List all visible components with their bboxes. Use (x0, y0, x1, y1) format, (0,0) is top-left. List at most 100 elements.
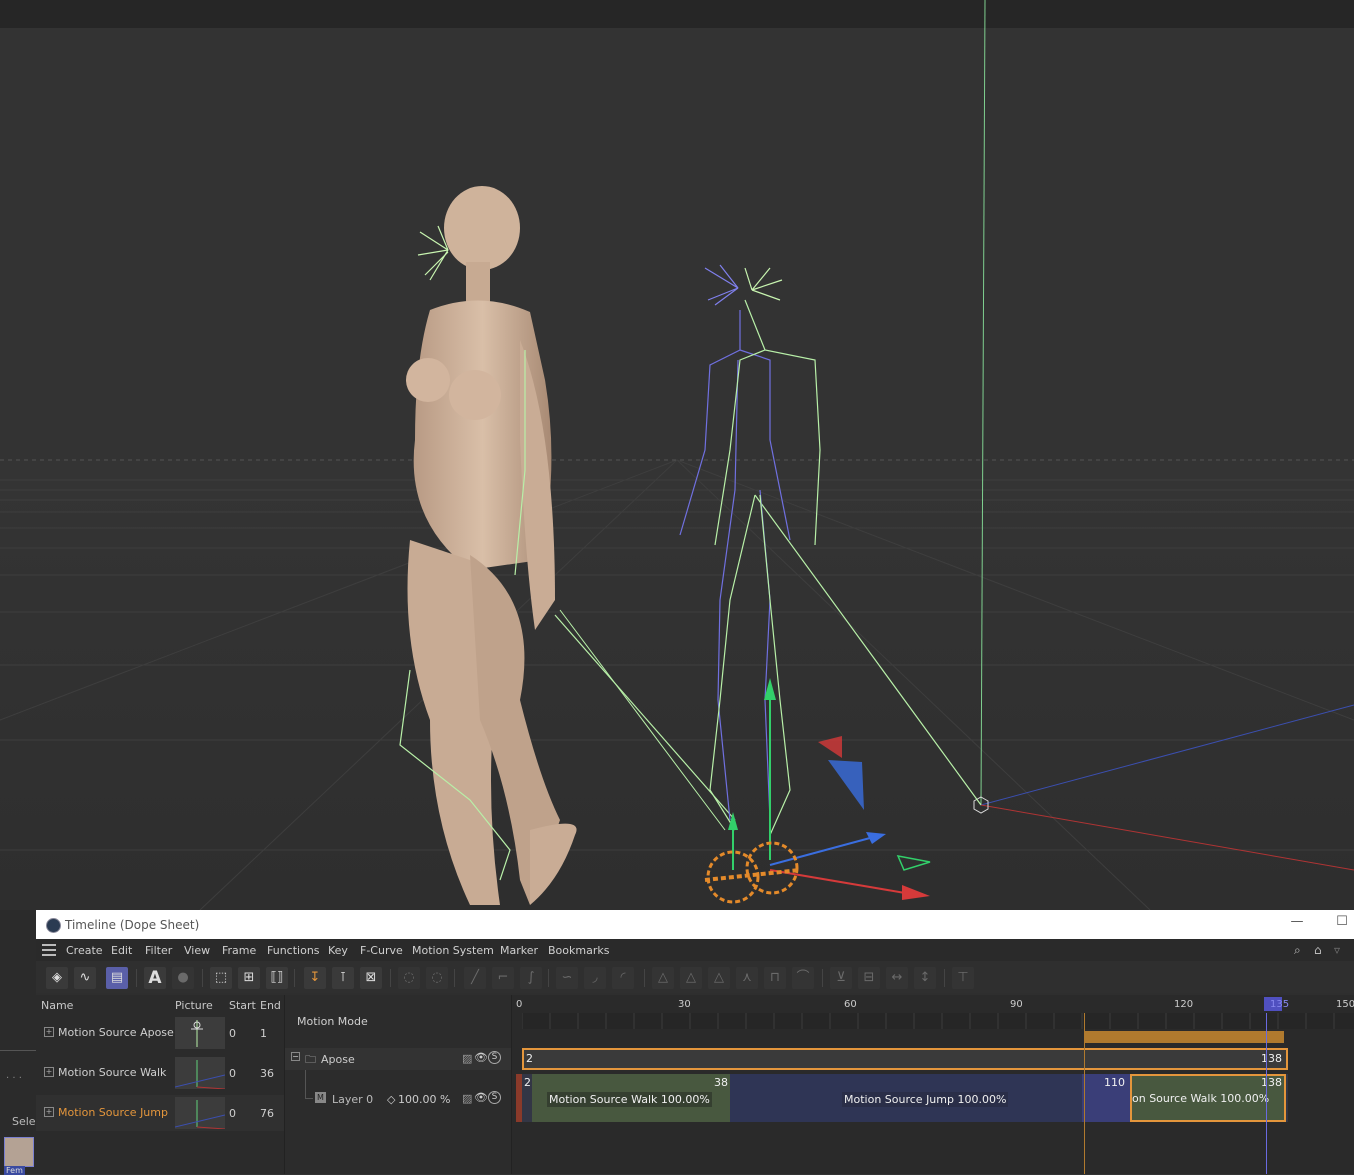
menu-fcurve[interactable]: F-Curve (360, 944, 403, 957)
lock-time-icon[interactable]: ↔ (886, 967, 908, 989)
3d-viewport[interactable] (0, 0, 1354, 910)
clip-label: Motion Source Jump 100.00% (842, 1092, 1009, 1107)
key-mode-icon[interactable]: ◈ (46, 967, 68, 989)
zero-key-icon[interactable]: ◌ (398, 967, 420, 989)
menu-bookmarks[interactable]: Bookmarks (548, 944, 609, 957)
list-item[interactable]: + Motion Source Walk 0 36 (36, 1055, 284, 1091)
list-item[interactable]: + Motion Source Apose 0 1 (36, 1015, 284, 1051)
unlock-icon[interactable]: ⊟ (858, 967, 880, 989)
lock-angle-icon[interactable]: △ (708, 967, 730, 989)
list-item-selected[interactable]: + Motion Source Jump 0 76 (36, 1095, 284, 1131)
source-thumbnail (174, 1097, 226, 1130)
ease-icon[interactable]: ∽ (556, 967, 578, 989)
col-name-header[interactable]: Name (41, 999, 73, 1012)
edit-icon[interactable]: ▨ (462, 1052, 472, 1065)
menu-functions[interactable]: Functions (267, 944, 320, 957)
step-icon[interactable]: ⌐ (492, 967, 514, 989)
solo-icon[interactable]: S (488, 1091, 501, 1104)
motion-track-area[interactable]: 0 30 60 90 120 135 150 2 138 2 Motion So… (512, 995, 1354, 1174)
playhead-line[interactable] (1266, 1013, 1267, 1174)
walk-clip[interactable]: Motion Source Walk 100.00% 38 (532, 1074, 730, 1122)
maximize-button[interactable]: ☐ (1332, 914, 1352, 929)
lock-tangent-icon[interactable]: △ (680, 967, 702, 989)
search-icon[interactable]: ⌕ (1294, 943, 1301, 958)
frame-all-icon[interactable]: ⬚ (210, 967, 232, 989)
paint-icon[interactable]: ⊤ (952, 967, 974, 989)
overshoot-icon[interactable]: ⌒ (792, 967, 814, 989)
source-end: 1 (260, 1027, 267, 1040)
viewport-topbar (0, 0, 1354, 28)
time-ruler[interactable]: 0 30 60 90 120 135 150 (512, 995, 1354, 1013)
fcurve-mode-icon[interactable]: ∿ (74, 967, 96, 989)
col-start-header[interactable]: Start (229, 999, 256, 1012)
material-thumbnail[interactable] (4, 1137, 34, 1167)
delete-key-icon[interactable]: ⊠ (360, 967, 382, 989)
menu-edit[interactable]: Edit (111, 944, 132, 957)
solo-icon[interactable]: S (488, 1051, 501, 1064)
spline-icon[interactable]: ∫ (520, 967, 542, 989)
source-start: 0 (229, 1107, 236, 1120)
key-diamond-icon[interactable]: ◇ (387, 1093, 395, 1106)
filter-icon[interactable]: ▿ (1334, 943, 1340, 957)
motion-layers-panel: Motion Mode − 🗀 Apose ▨ 👁 S M Layer 0 ◇ … (285, 995, 512, 1174)
menu-create[interactable]: Create (66, 944, 103, 957)
break-tangent-icon[interactable]: ⋏ (736, 967, 758, 989)
jump-clip[interactable]: Motion Source Jump 100.00% (730, 1074, 1130, 1122)
col-end-header[interactable]: End (260, 999, 281, 1012)
linear-icon[interactable]: ╱ (464, 967, 486, 989)
folder-icon: 🗀 (305, 1053, 316, 1066)
motion-mode-icon[interactable]: ▤ (106, 967, 128, 989)
col-picture-header[interactable]: Picture (175, 999, 213, 1012)
edit-icon[interactable]: ▨ (462, 1092, 472, 1105)
ruler-tick: 30 (678, 999, 691, 1010)
visibility-eye-icon[interactable]: 👁 (474, 1051, 488, 1064)
layer-name: Layer 0 (332, 1093, 374, 1106)
menu-motion-system[interactable]: Motion System (412, 944, 494, 957)
source-start: 0 (229, 1027, 236, 1040)
minimize-button[interactable]: — (1287, 914, 1307, 929)
frame-selected-icon[interactable]: ⊞ (238, 967, 260, 989)
clip-label: on Source Walk 100.00% (1132, 1092, 1270, 1105)
source-start: 0 (229, 1067, 236, 1080)
clip-start: 110 (1104, 1076, 1125, 1089)
ease-out-icon[interactable]: ◜ (612, 967, 634, 989)
expand-icon[interactable]: + (44, 1107, 54, 1117)
layer-icon: M (315, 1092, 326, 1103)
object-manager-strip: Selec Fem . . . (0, 910, 42, 1175)
sphere-icon[interactable]: ● (172, 967, 194, 989)
timeline-window: Timeline (Dope Sheet) — ☐ Create Edit Fi… (36, 910, 1354, 1174)
layer-strength[interactable]: 100.00 % (398, 1093, 450, 1106)
expand-icon[interactable]: + (44, 1027, 54, 1037)
frame-preview-icon[interactable]: ⟦⟧ (266, 967, 288, 989)
menu-key[interactable]: Key (328, 944, 348, 957)
weight-icon[interactable]: ⊻ (830, 967, 852, 989)
text-icon[interactable]: A (144, 967, 166, 989)
lock-value-icon[interactable]: ↕ (914, 967, 936, 989)
visibility-eye-icon[interactable]: 👁 (474, 1091, 488, 1104)
auto-tangent-icon[interactable]: △ (652, 967, 674, 989)
menu-frame[interactable]: Frame (222, 944, 256, 957)
hamburger-menu-icon[interactable] (42, 944, 56, 959)
motion-group-row[interactable]: − 🗀 Apose ▨ 👁 S (285, 1048, 511, 1070)
expand-icon[interactable]: + (44, 1067, 54, 1077)
range-start-line (1084, 1013, 1085, 1174)
preview-range-bar[interactable] (1084, 1031, 1284, 1043)
menu-marker[interactable]: Marker (500, 944, 538, 957)
motion-layer-row[interactable]: M Layer 0 ◇ 100.00 % ▨ 👁 S (285, 1087, 511, 1111)
ruler-tick: 150 (1336, 999, 1354, 1010)
zero-angle-icon[interactable]: ◌ (426, 967, 448, 989)
clamp-icon[interactable]: ⊓ (764, 967, 786, 989)
key-icon[interactable]: ↧ (304, 967, 326, 989)
source-name: Motion Source Walk (58, 1066, 167, 1079)
menu-filter[interactable]: Filter (145, 944, 172, 957)
ease-in-icon[interactable]: ◞ (584, 967, 606, 989)
home-icon[interactable]: ⌂ (1314, 943, 1322, 957)
add-key-icon[interactable]: ⊺ (332, 967, 354, 989)
viewport-scene (0, 0, 1354, 910)
menu-view[interactable]: View (184, 944, 210, 957)
source-end: 36 (260, 1067, 274, 1080)
walk-clip-selected[interactable]: on Source Walk 100.00% 138 (1130, 1074, 1286, 1122)
apose-track[interactable]: 2 138 (522, 1048, 1288, 1070)
collapse-icon[interactable]: − (291, 1052, 300, 1061)
face-bones-blue (704, 264, 739, 306)
